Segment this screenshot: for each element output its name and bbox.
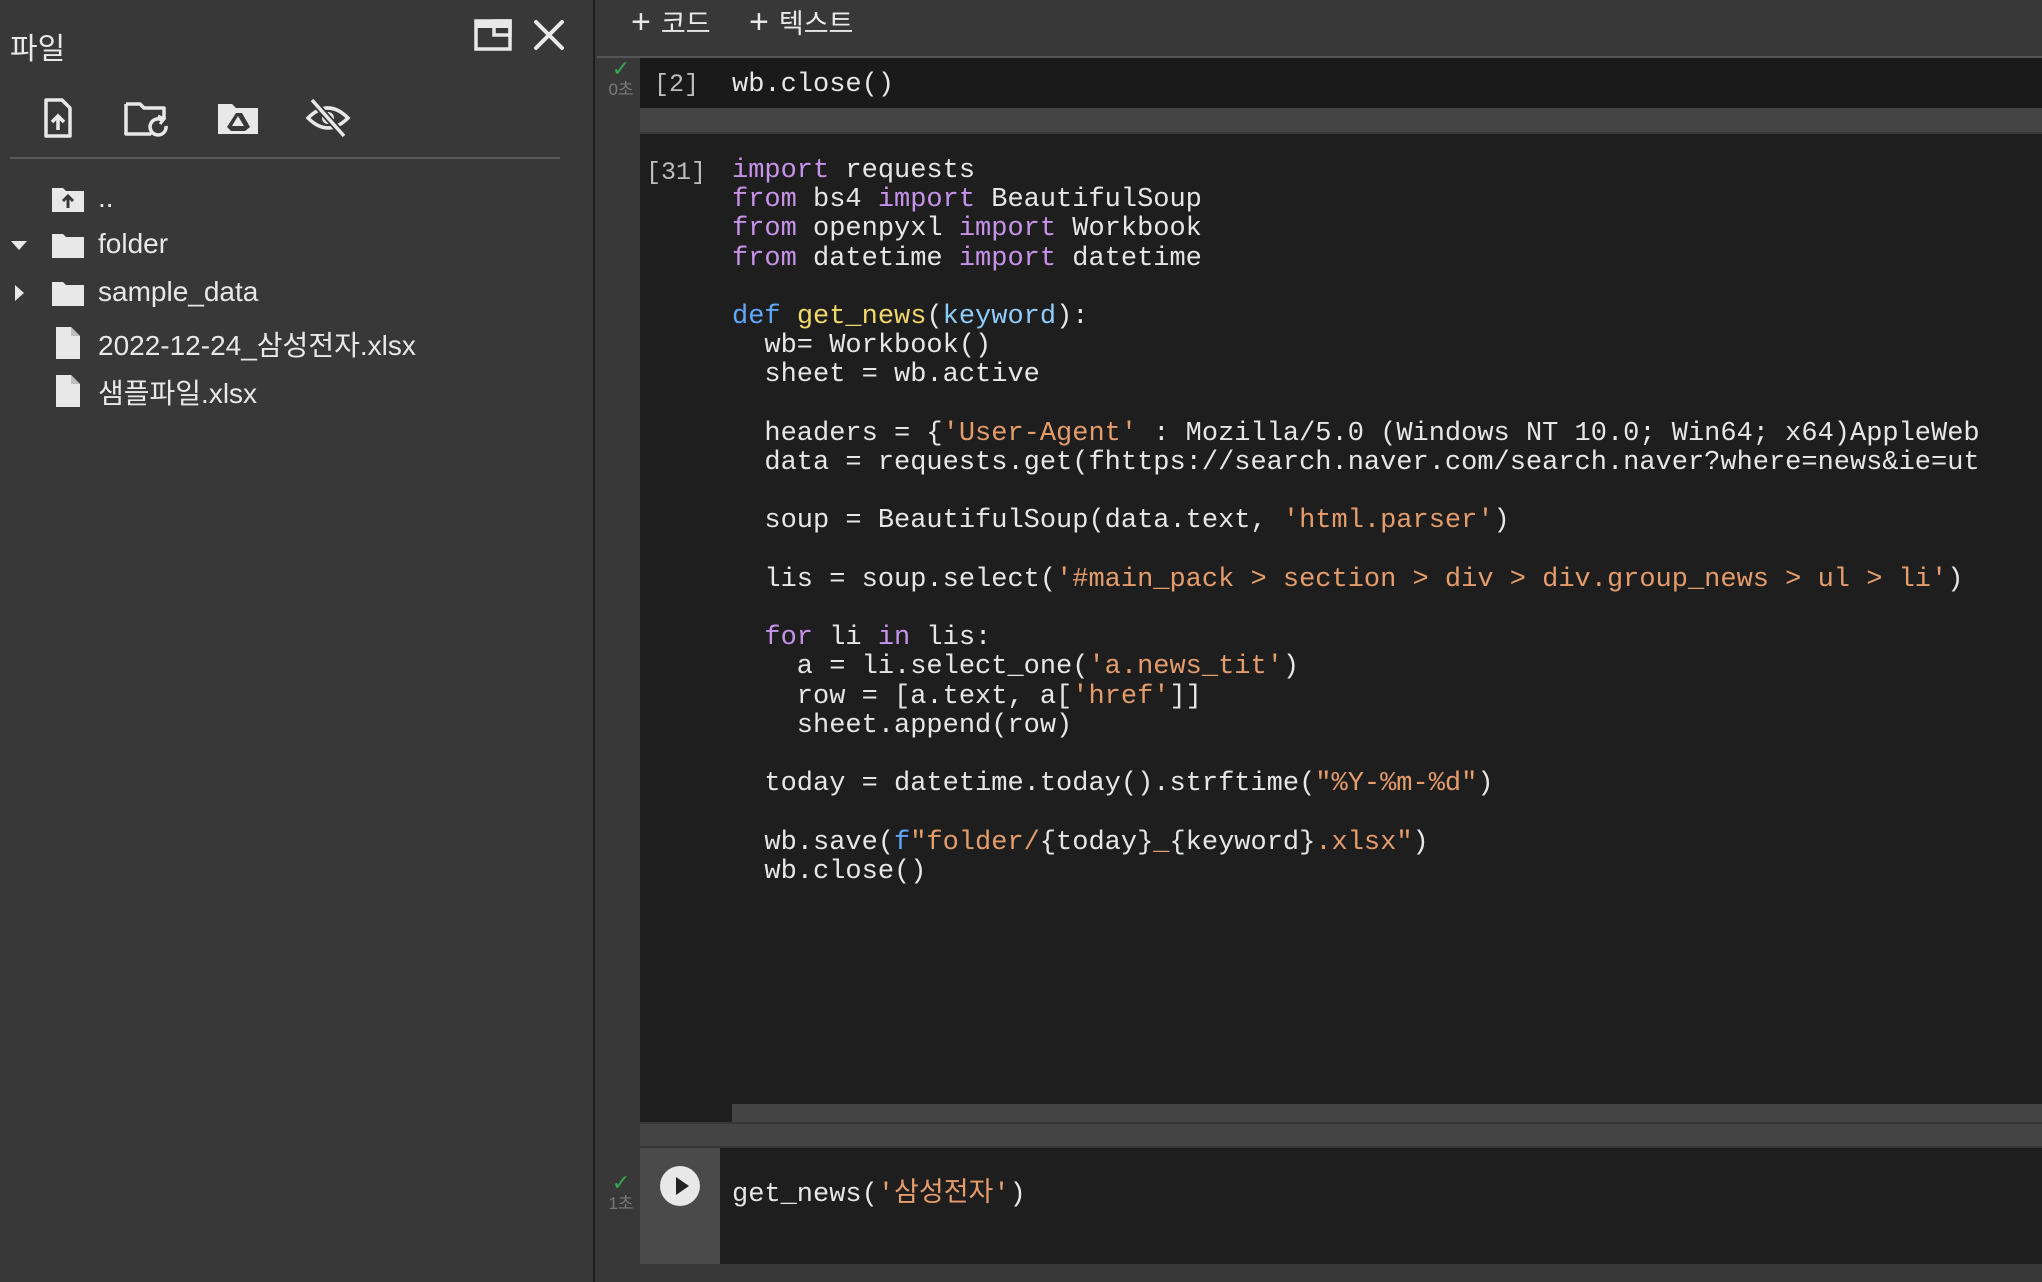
code-line: from datetime import datetime (732, 243, 1202, 274)
plus-icon: + (749, 3, 769, 41)
run-cell-icon[interactable] (660, 1166, 700, 1206)
hide-hidden-files-icon[interactable] (304, 96, 352, 140)
code-line: sheet = wb.active (732, 360, 1040, 391)
close-icon[interactable] (528, 16, 570, 56)
code-cell[interactable]: [2] wb.close() (640, 58, 2042, 108)
cell-status: ✓ 0초 (604, 58, 638, 100)
code-line: from bs4 import BeautifulSoup (732, 185, 1202, 216)
cell-run-time: 0초 (608, 80, 634, 99)
plus-icon: + (631, 3, 651, 41)
code-line: a = li.select_one('a.news_tit') (732, 652, 1300, 683)
panel-title: 파일 (10, 33, 66, 66)
success-check-icon: ✓ (611, 56, 631, 81)
tree-item-label: 샘플파일.xlsx (98, 378, 258, 409)
mount-drive-icon[interactable] (214, 96, 262, 140)
caret-down-icon[interactable] (8, 234, 30, 256)
code-line: wb.save(f"folder/{today}_{keyword}.xlsx"… (732, 827, 1429, 858)
code-line: from openpyxl import Workbook (732, 214, 1202, 245)
code-line: sheet.append(row) (732, 710, 1073, 741)
code-line: wb= Workbook() (732, 331, 992, 362)
success-check-icon: ✓ (611, 1170, 631, 1195)
code-line: soup = BeautifulSoup(data.text, 'html.pa… (732, 506, 1510, 537)
file-panel: 파일 .. folder sample_data 2022-12-24_삼성전자… (0, 0, 595, 1282)
file-icon (50, 326, 86, 359)
execution-count: [2] (654, 70, 700, 99)
folder-icon (50, 230, 86, 262)
code-cell[interactable]: get_news('삼성전자') (640, 1148, 2042, 1264)
folder-icon (50, 278, 86, 310)
tree-item-label: sample_data (98, 276, 259, 307)
code-line: data = requests.get(fhttps://search.nave… (732, 448, 1980, 478)
tree-item-parent[interactable]: .. (0, 176, 580, 222)
cell-separator (640, 1124, 2042, 1146)
code-line: import requests (732, 156, 976, 186)
tree-item-file[interactable]: 2022-12-24_삼성전자.xlsx (0, 318, 580, 364)
file-icon (50, 374, 86, 407)
notebook-toolbar: + 코드 + 텍스트 (597, 0, 2042, 58)
tree-item-label: folder (98, 228, 169, 259)
add-code-label: 코드 (660, 9, 711, 39)
tree-item-label: .. (98, 182, 114, 213)
caret-right-icon[interactable] (8, 282, 30, 304)
code-line: wb.close() (732, 856, 927, 887)
cell-gutter (640, 1148, 720, 1264)
add-text-button[interactable]: + 텍스트 (749, 2, 853, 42)
cell-run-time: 1초 (608, 1194, 634, 1213)
tree-item-file[interactable]: 샘플파일.xlsx (0, 366, 580, 412)
code-line: wb.close() (732, 70, 895, 100)
cell-status: ✓ 1초 (604, 1172, 638, 1214)
add-code-button[interactable]: + 코드 (631, 2, 711, 42)
folder-up-icon (50, 184, 86, 216)
panel-divider (10, 157, 560, 159)
horizontal-scrollbar[interactable] (732, 1104, 2042, 1122)
code-line: def get_news(keyword): (732, 302, 1089, 332)
code-line: today = datetime.today().strftime("%Y-%m… (732, 769, 1494, 800)
tree-item-sample-data[interactable]: sample_data (0, 270, 580, 316)
code-line: for li in lis: (764, 623, 992, 654)
tree-item-folder[interactable]: folder (0, 222, 580, 268)
add-text-label: 텍스트 (778, 9, 854, 39)
cell-separator (640, 108, 2042, 132)
code-line: lis = soup.select('#main_pack > section … (732, 564, 1964, 595)
refresh-folder-icon[interactable] (122, 96, 170, 140)
open-in-tab-icon[interactable] (472, 16, 514, 56)
code-cell[interactable]: [31] import requests from bs4 import Beau… (640, 134, 2042, 1122)
code-line: row = [a.text, a['href']] (732, 681, 1202, 712)
execution-count: [31] (646, 158, 707, 187)
code-line: get_news('삼성전자') (732, 1180, 1026, 1210)
tree-item-label: 2022-12-24_삼성전자.xlsx (98, 330, 416, 361)
code-line: headers = {'User-Agent' : Mozilla/5.0 (W… (732, 418, 1980, 449)
upload-file-icon[interactable] (34, 96, 82, 140)
